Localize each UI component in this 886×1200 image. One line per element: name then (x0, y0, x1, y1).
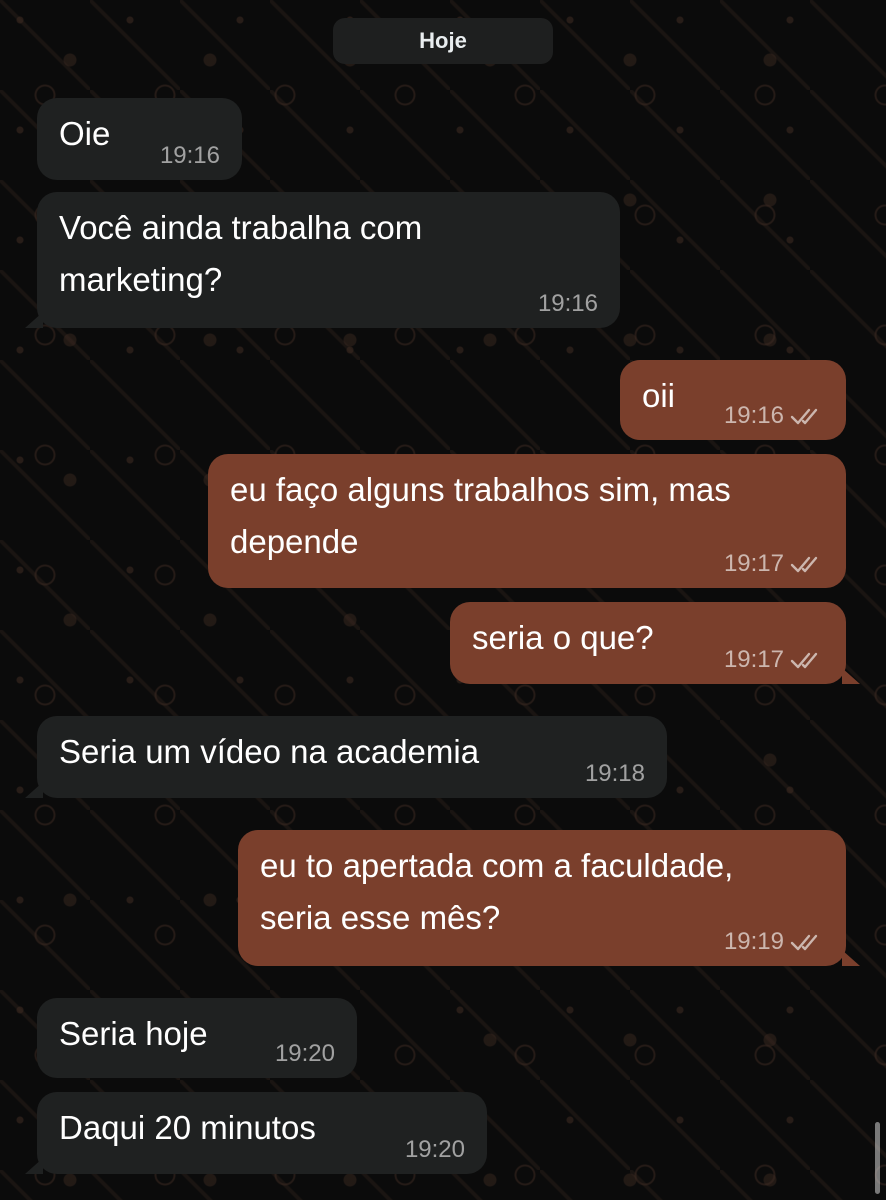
message-text: seria o que? (472, 619, 654, 656)
message-outgoing[interactable]: seria o que? 19:17 (450, 602, 860, 684)
chat-area[interactable]: Hoje Oie 19:16 Você ainda trabalha com m… (0, 0, 886, 1200)
read-double-check-icon (790, 408, 818, 425)
read-double-check-icon (790, 556, 818, 573)
message-time: 19:17 (723, 550, 784, 577)
message-text: eu faço alguns trabalhos sim, mas depend… (230, 471, 731, 560)
message-incoming[interactable]: Oie 19:16 (37, 98, 242, 180)
message-time: 19:18 (584, 760, 645, 787)
message-text: Seria um vídeo na academia (59, 733, 480, 770)
message-time: 19:16 (159, 142, 220, 169)
message-meta: 19:18 (585, 760, 645, 788)
scrollbar-thumb[interactable] (875, 1122, 880, 1194)
message-text: Oie (59, 115, 111, 152)
read-double-check-icon (790, 652, 818, 669)
message-text: Seria hoje (59, 1015, 208, 1052)
message-meta: 19:19 (724, 928, 824, 956)
message-meta: 19:16 (160, 142, 220, 170)
message-time: 19:16 (723, 402, 784, 429)
message-outgoing[interactable]: oii 19:16 (620, 360, 846, 440)
message-text: Daqui 20 minutos (59, 1109, 316, 1146)
message-outgoing[interactable]: eu faço alguns trabalhos sim, mas depend… (208, 454, 846, 588)
message-meta: 19:17 (724, 646, 824, 674)
message-outgoing[interactable]: eu to apertada com a faculdade, seria es… (238, 830, 860, 966)
message-meta: 19:20 (275, 1040, 335, 1068)
message-incoming[interactable]: Daqui 20 minutos 19:20 (25, 1092, 487, 1174)
message-time: 19:17 (723, 646, 784, 673)
message-text: oii (642, 377, 676, 414)
message-meta: 19:16 (538, 290, 598, 318)
message-meta: 19:17 (724, 550, 824, 578)
message-incoming[interactable]: Você ainda trabalha com marketing? 19:16 (25, 192, 620, 328)
date-separator: Hoje (333, 18, 553, 64)
message-incoming[interactable]: Seria um vídeo na academia 19:18 (25, 716, 667, 798)
message-incoming[interactable]: Seria hoje 19:20 (37, 998, 357, 1078)
message-time: 19:20 (404, 1136, 465, 1163)
message-text: Você ainda trabalha com marketing? (59, 209, 423, 298)
message-meta: 19:20 (405, 1136, 465, 1164)
message-meta: 19:16 (724, 402, 824, 430)
read-double-check-icon (790, 934, 818, 951)
message-time: 19:20 (274, 1040, 335, 1067)
message-text: eu to apertada com a faculdade, seria es… (260, 847, 734, 936)
message-time: 19:16 (537, 290, 598, 317)
message-time: 19:19 (723, 928, 784, 955)
